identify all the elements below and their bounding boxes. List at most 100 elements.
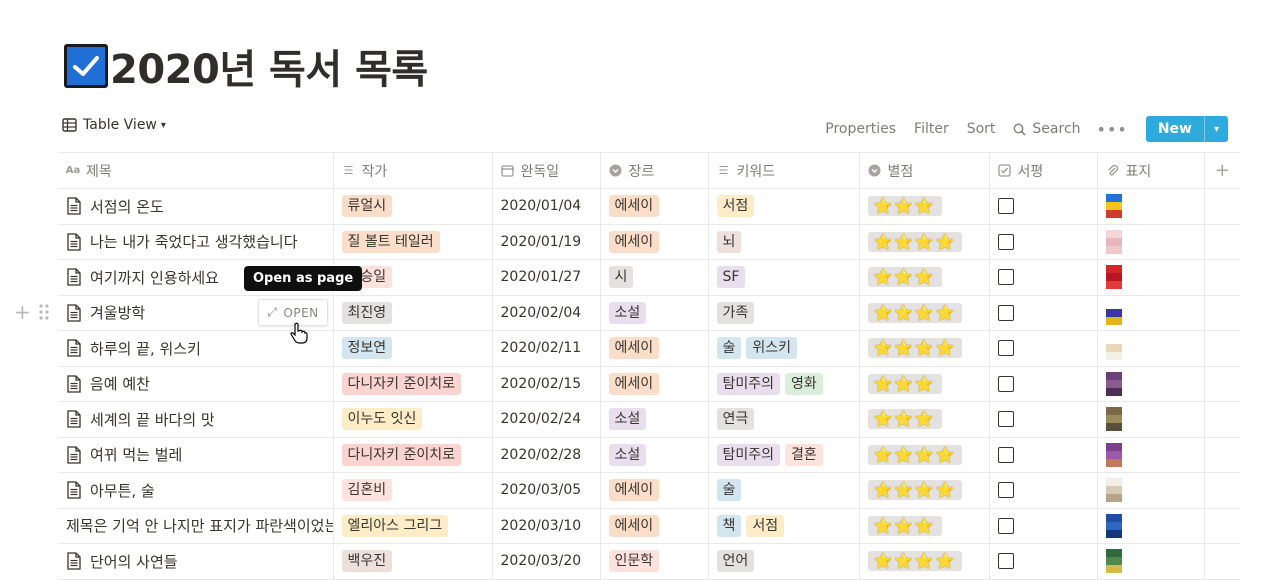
cell-review[interactable] bbox=[989, 224, 1098, 260]
cover-thumbnail[interactable] bbox=[1105, 407, 1122, 432]
cell-genre[interactable]: 에세이 bbox=[600, 188, 709, 225]
cell-keywords[interactable]: 서점 bbox=[708, 188, 860, 225]
cell-genre[interactable]: 에세이 bbox=[600, 330, 709, 367]
cell-keywords[interactable]: 가족 bbox=[708, 295, 860, 331]
cover-thumbnail[interactable] bbox=[1105, 513, 1122, 538]
cell-rating[interactable]: ⭐⭐⭐⭐ bbox=[859, 330, 990, 367]
cell-title[interactable]: 나는 내가 죽었다고 생각했습니다 bbox=[58, 224, 334, 260]
keyword-tag[interactable]: SF bbox=[716, 266, 746, 289]
table-row[interactable]: 단어의 사연들 백우진 2020/03/20 인문학 언어 ⭐⭐⭐⭐ bbox=[58, 543, 1240, 580]
review-checkbox[interactable] bbox=[997, 411, 1014, 428]
more-options-icon[interactable]: ••• bbox=[1097, 120, 1128, 139]
cell-genre[interactable]: 소설 bbox=[600, 295, 709, 331]
cell-rating[interactable]: ⭐⭐⭐ bbox=[859, 188, 990, 225]
cell-genre[interactable]: 시 bbox=[600, 259, 709, 296]
rating-stars[interactable]: ⭐⭐⭐ bbox=[867, 373, 942, 394]
keyword-tag[interactable]: 위스키 bbox=[746, 337, 798, 360]
cell-genre[interactable]: 소설 bbox=[600, 401, 709, 438]
cell-author[interactable]: 김혼비 bbox=[333, 472, 493, 509]
cell-review[interactable] bbox=[989, 188, 1098, 225]
cell-author[interactable]: 최진영 bbox=[333, 295, 493, 331]
cover-thumbnail[interactable] bbox=[1105, 194, 1122, 219]
drag-handle-icon[interactable] bbox=[38, 303, 50, 321]
row-title[interactable]: 제목은 기억 안 나지만 표지가 파란색이었는데요 bbox=[66, 515, 332, 536]
keyword-tag[interactable]: 술 bbox=[716, 337, 742, 360]
review-checkbox[interactable] bbox=[997, 517, 1014, 534]
author-tag[interactable]: 다니자키 준이치로 bbox=[341, 443, 461, 466]
genre-tag[interactable]: 소설 bbox=[608, 408, 647, 431]
column-header-genre[interactable]: 장르 bbox=[600, 152, 709, 189]
table-row[interactable]: 나는 내가 죽었다고 생각했습니다 질 볼트 테일러 2020/01/19 에세… bbox=[58, 224, 1240, 260]
keyword-tag[interactable]: 술 bbox=[716, 479, 742, 502]
keyword-tag[interactable]: 연극 bbox=[716, 408, 755, 431]
cell-review[interactable] bbox=[989, 366, 1098, 402]
rating-stars[interactable]: ⭐⭐⭐⭐ bbox=[867, 302, 963, 323]
cell-author[interactable]: 정보연 bbox=[333, 330, 493, 367]
table-row[interactable]: 서점의 온도 류얼시 2020/01/04 에세이 서점 ⭐⭐⭐ bbox=[58, 188, 1240, 225]
cell-cover[interactable] bbox=[1097, 366, 1205, 402]
column-header-author[interactable]: ☰ 작가 bbox=[333, 152, 493, 189]
genre-tag[interactable]: 소설 bbox=[608, 443, 647, 466]
cell-title[interactable]: 서점의 온도 bbox=[58, 188, 334, 225]
rating-stars[interactable]: ⭐⭐⭐ bbox=[867, 515, 942, 536]
sort-button[interactable]: Sort bbox=[967, 121, 996, 137]
cell-author[interactable]: 다니자키 준이치로 bbox=[333, 366, 493, 402]
cell-review[interactable] bbox=[989, 330, 1098, 367]
cell-rating[interactable]: ⭐⭐⭐⭐ bbox=[859, 437, 990, 473]
cell-rating[interactable]: ⭐⭐⭐⭐ bbox=[859, 472, 990, 509]
column-header-rating[interactable]: 별점 bbox=[859, 152, 990, 189]
keyword-tag[interactable]: 영화 bbox=[785, 372, 823, 395]
cell-date[interactable]: 2020/02/04 bbox=[492, 295, 601, 331]
cell-keywords[interactable]: 연극 bbox=[708, 401, 860, 438]
review-checkbox[interactable] bbox=[997, 482, 1014, 499]
new-dropdown-chevron-icon[interactable]: ▾ bbox=[1204, 116, 1228, 142]
cell-genre[interactable]: 에세이 bbox=[600, 472, 709, 509]
author-tag[interactable]: 김혼비 bbox=[341, 479, 393, 502]
cell-review[interactable] bbox=[989, 543, 1098, 580]
cell-rating[interactable]: ⭐⭐⭐⭐ bbox=[859, 543, 990, 580]
cell-author[interactable]: 질 볼트 테일러 bbox=[333, 224, 493, 260]
cell-author[interactable]: 이누도 잇신 bbox=[333, 401, 493, 438]
cell-date[interactable]: 2020/01/04 bbox=[492, 188, 601, 225]
cell-date[interactable]: 2020/01/19 bbox=[492, 224, 601, 260]
author-tag[interactable]: 질 볼트 테일러 bbox=[341, 230, 440, 253]
cell-keywords[interactable]: 탐미주의 결혼 bbox=[708, 437, 860, 473]
rating-stars[interactable]: ⭐⭐⭐⭐ bbox=[867, 231, 963, 252]
cover-thumbnail[interactable] bbox=[1105, 265, 1122, 290]
cell-review[interactable] bbox=[989, 259, 1098, 296]
page-title[interactable]: 2020년 독서 목록 bbox=[110, 37, 428, 95]
review-checkbox[interactable] bbox=[997, 304, 1014, 321]
author-tag[interactable]: 다니자키 준이치로 bbox=[341, 372, 461, 395]
cell-date[interactable]: 2020/03/05 bbox=[492, 472, 601, 509]
column-header-review[interactable]: 서평 bbox=[989, 152, 1098, 189]
genre-tag[interactable]: 에세이 bbox=[608, 337, 660, 360]
cover-thumbnail[interactable] bbox=[1105, 229, 1122, 254]
row-title[interactable]: 세계의 끝 바다의 맛 bbox=[90, 409, 215, 430]
review-checkbox[interactable] bbox=[997, 375, 1014, 392]
cell-genre[interactable]: 에세이 bbox=[600, 508, 709, 544]
cell-cover[interactable] bbox=[1097, 437, 1205, 473]
row-title[interactable]: 아무튼, 술 bbox=[90, 480, 155, 501]
cell-genre[interactable]: 에세이 bbox=[600, 224, 709, 260]
table-row[interactable]: 음예 예찬 다니자키 준이치로 2020/02/15 에세이 탐미주의 영화 ⭐⭐… bbox=[58, 366, 1240, 402]
cell-cover[interactable] bbox=[1097, 472, 1205, 509]
keyword-tag[interactable]: 결혼 bbox=[785, 443, 823, 466]
cell-keywords[interactable]: 뇌 bbox=[708, 224, 860, 260]
cell-keywords[interactable]: 탐미주의 영화 bbox=[708, 366, 860, 402]
review-checkbox[interactable] bbox=[997, 269, 1014, 286]
column-header-keywords[interactable]: ☰ 키워드 bbox=[708, 152, 860, 189]
cell-author[interactable]: 엘리아스 그리그 bbox=[333, 508, 493, 544]
review-checkbox[interactable] bbox=[997, 340, 1014, 357]
row-title[interactable]: 나는 내가 죽었다고 생각했습니다 bbox=[90, 231, 298, 252]
rating-stars[interactable]: ⭐⭐⭐⭐ bbox=[867, 480, 963, 501]
keyword-tag[interactable]: 서점 bbox=[716, 195, 755, 218]
cell-review[interactable] bbox=[989, 401, 1098, 438]
table-row[interactable]: 여뀌 먹는 벌레 다니자키 준이치로 2020/02/28 소설 탐미주의 결혼 … bbox=[58, 437, 1240, 473]
search-button[interactable]: Search bbox=[1013, 121, 1081, 137]
cell-keywords[interactable]: 책 서점 bbox=[708, 508, 860, 544]
author-tag[interactable]: 류얼시 bbox=[341, 195, 393, 218]
cell-title[interactable]: 음예 예찬 bbox=[58, 366, 334, 402]
cell-rating[interactable]: ⭐⭐⭐ bbox=[859, 401, 990, 438]
column-header-date[interactable]: 완독일 bbox=[492, 152, 601, 189]
cell-date[interactable]: 2020/02/11 bbox=[492, 330, 601, 367]
